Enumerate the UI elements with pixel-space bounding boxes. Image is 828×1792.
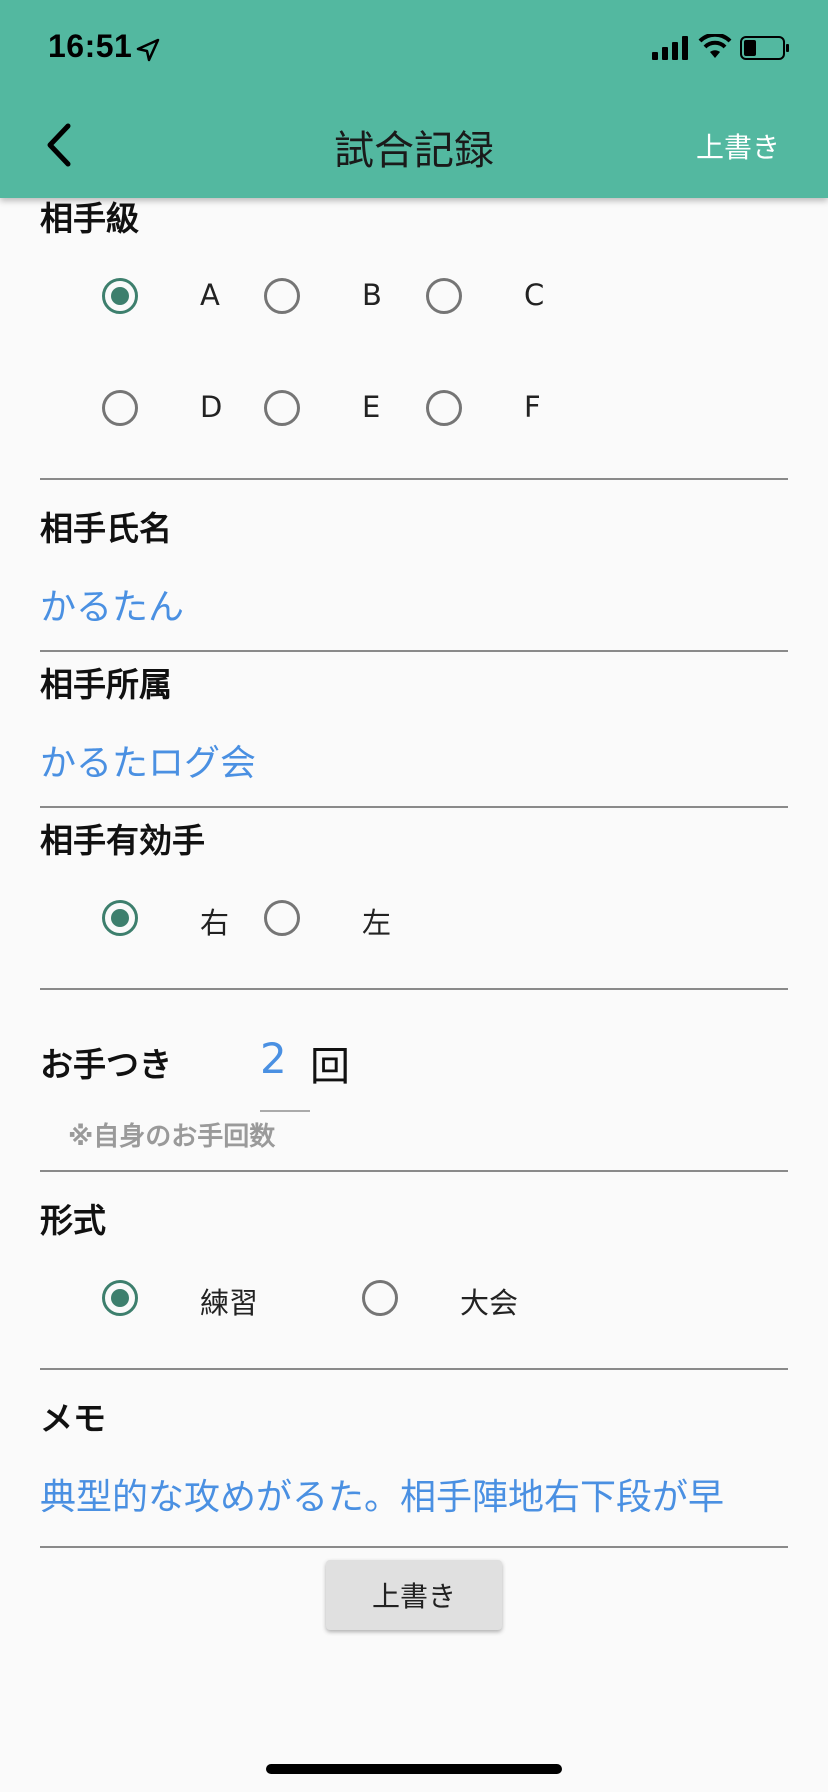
radio-rank-d-label: D bbox=[200, 390, 223, 424]
opponent-affiliation-field[interactable]: かるたログ会 bbox=[40, 734, 256, 786]
opponent-hand-label: 相手有効手 bbox=[40, 821, 205, 860]
opponent-affiliation-label: 相手所属 bbox=[40, 665, 172, 704]
opponent-name-field[interactable]: かるたん bbox=[40, 578, 184, 630]
radio-hand-left-label: 左 bbox=[362, 906, 392, 940]
cellular-signal-icon bbox=[652, 36, 688, 60]
memo-label: メモ bbox=[40, 1399, 106, 1438]
otetsuki-count-underline bbox=[260, 1110, 310, 1112]
radio-rank-e-label: E bbox=[362, 390, 381, 424]
radio-rank-a[interactable] bbox=[102, 278, 138, 314]
battery-icon bbox=[740, 36, 789, 60]
radio-rank-e[interactable] bbox=[264, 390, 300, 426]
radio-format-practice-label: 練習 bbox=[200, 1286, 259, 1320]
divider bbox=[40, 1368, 788, 1370]
home-indicator bbox=[266, 1764, 562, 1774]
radio-rank-c[interactable] bbox=[426, 278, 462, 314]
radio-rank-b-label: B bbox=[362, 278, 382, 312]
radio-rank-a-label: A bbox=[200, 278, 220, 312]
status-time: 16:51 bbox=[48, 28, 133, 64]
radio-rank-d[interactable] bbox=[102, 390, 138, 426]
divider bbox=[40, 1546, 788, 1548]
radio-rank-c-label: C bbox=[524, 278, 545, 312]
radio-format-tournament[interactable] bbox=[362, 1280, 398, 1316]
radio-hand-right[interactable] bbox=[102, 900, 138, 936]
otetsuki-unit: 回 bbox=[310, 1044, 350, 1090]
radio-hand-left[interactable] bbox=[264, 900, 300, 936]
format-label: 形式 bbox=[40, 1201, 106, 1240]
radio-rank-f-label: F bbox=[524, 390, 541, 424]
overwrite-button[interactable]: 上書き bbox=[326, 1560, 502, 1630]
otetsuki-count-field[interactable]: 2 bbox=[260, 1034, 287, 1083]
radio-format-practice[interactable] bbox=[102, 1280, 138, 1316]
location-arrow-icon bbox=[136, 38, 160, 62]
divider bbox=[40, 1170, 788, 1172]
otetsuki-label: お手つき bbox=[40, 1045, 172, 1084]
radio-format-tournament-label: 大会 bbox=[460, 1286, 519, 1320]
overwrite-header-button[interactable]: 上書き bbox=[696, 126, 780, 166]
opponent-name-label: 相手氏名 bbox=[40, 509, 172, 548]
app-bar: 16:51 試合記録 上書き bbox=[0, 0, 828, 198]
divider bbox=[40, 478, 788, 480]
radio-hand-right-label: 右 bbox=[200, 906, 230, 940]
opponent-rank-label: 相手級 bbox=[40, 199, 139, 238]
wifi-icon bbox=[698, 34, 732, 58]
radio-rank-b[interactable] bbox=[264, 278, 300, 314]
divider bbox=[40, 806, 788, 808]
radio-rank-f[interactable] bbox=[426, 390, 462, 426]
memo-field[interactable]: 典型的な攻めがるた。相手陣地右下段が早 bbox=[40, 1468, 788, 1528]
otetsuki-note: ※自身のお手回数 bbox=[68, 1122, 276, 1152]
divider bbox=[40, 650, 788, 652]
divider bbox=[40, 988, 788, 990]
memo-text: 典型的な攻めがるた。相手陣地右下段が早 bbox=[40, 1477, 725, 1518]
